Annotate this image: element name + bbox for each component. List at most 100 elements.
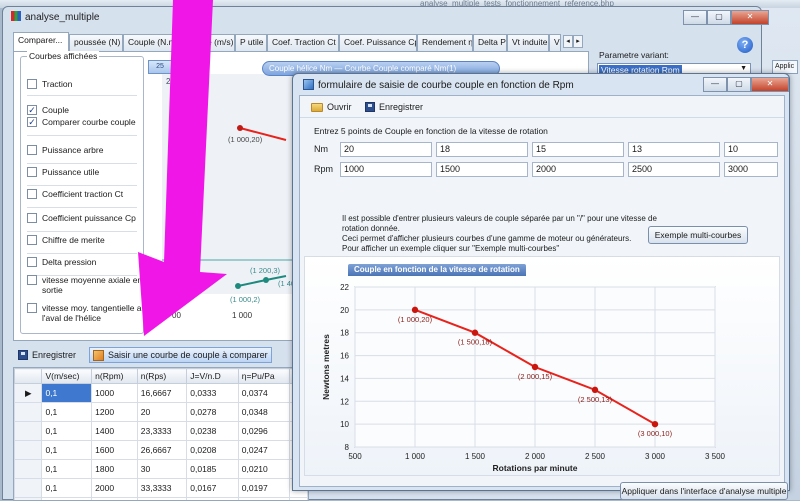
rpm-input[interactable]: 1500 bbox=[436, 162, 528, 177]
table-cell[interactable]: 23,3333 bbox=[137, 422, 187, 441]
help-icon[interactable]: ? bbox=[737, 37, 753, 53]
example-multi-curves-button[interactable]: Exemple multi-courbes bbox=[648, 226, 748, 244]
tab-coef-puissance[interactable]: Coef. Puissance Cp bbox=[339, 34, 417, 51]
apply-button[interactable]: Appliquer dans l'interface d'analyse mul… bbox=[620, 482, 788, 500]
curve-option[interactable]: Coefficient puissance Cp bbox=[27, 213, 143, 223]
table-cell[interactable]: 0,0247 bbox=[238, 441, 290, 460]
rpm-input[interactable]: 2500 bbox=[628, 162, 720, 177]
nm-input[interactable]: 18 bbox=[436, 142, 528, 157]
tab-scroll-right-button[interactable]: ▸ bbox=[573, 35, 583, 48]
rpm-input[interactable]: 2000 bbox=[532, 162, 624, 177]
enter-curve-button[interactable]: Saisir une courbe de couple à comparer bbox=[89, 347, 272, 363]
curve-option[interactable]: Delta pression bbox=[27, 257, 143, 267]
table-cell[interactable]: 0,0197 bbox=[238, 479, 290, 498]
table-cell[interactable]: 36,6667 bbox=[137, 498, 187, 501]
close-button[interactable]: ✕ bbox=[731, 10, 769, 25]
table-cell[interactable]: 0,1 bbox=[42, 384, 92, 403]
table-cell[interactable]: 20 bbox=[137, 403, 187, 422]
table-cell[interactable]: 1200 bbox=[92, 403, 138, 422]
curve-option[interactable]: Puissance utile bbox=[27, 167, 143, 177]
table-cell[interactable]: 0,0152 bbox=[187, 498, 238, 501]
table-row[interactable]: ▶0,1100016,66670,03330,0374 bbox=[15, 384, 308, 403]
table-row[interactable]: 0,1200033,33330,01670,0197 bbox=[15, 479, 308, 498]
row-header[interactable] bbox=[15, 441, 42, 460]
table-cell[interactable]: 33,3333 bbox=[137, 479, 187, 498]
table-cell[interactable]: 0,0374 bbox=[238, 384, 290, 403]
checkbox-checked[interactable]: ✓ bbox=[27, 105, 37, 115]
table-row[interactable]: 0,1220036,66670,01520,0171 bbox=[15, 498, 308, 501]
column-header[interactable]: n(Rps) bbox=[137, 369, 187, 384]
checkbox[interactable] bbox=[27, 145, 37, 155]
column-header[interactable]: η=Pu/Pa bbox=[238, 369, 290, 384]
curve-option[interactable]: vitesse moy. tangentielle a l'aval de l'… bbox=[27, 303, 143, 323]
table-cell[interactable]: 0,0167 bbox=[187, 479, 238, 498]
table-cell[interactable]: 0,1 bbox=[42, 441, 92, 460]
table-row[interactable]: 0,11800300,01850,0210 bbox=[15, 460, 308, 479]
tab-scroll-left-button[interactable]: ◂ bbox=[563, 35, 573, 48]
table-cell[interactable]: 0,1 bbox=[42, 403, 92, 422]
curve-option[interactable]: Coefficient traction Ct bbox=[27, 189, 143, 199]
table-cell[interactable]: 0,1 bbox=[42, 479, 92, 498]
save-button[interactable]: Enregistrer bbox=[15, 347, 79, 363]
table-cell[interactable]: 1600 bbox=[92, 441, 138, 460]
checkbox-checked[interactable]: ✓ bbox=[27, 117, 37, 127]
table-cell[interactable]: 0,0208 bbox=[187, 441, 238, 460]
tab-comparer[interactable]: Comparer... bbox=[13, 32, 69, 51]
checkbox[interactable] bbox=[27, 79, 37, 89]
table-row[interactable]: 0,1160026,66670,02080,0247 bbox=[15, 441, 308, 460]
row-header[interactable] bbox=[15, 403, 42, 422]
curve-option[interactable]: Puissance arbre bbox=[27, 145, 143, 155]
tab-p-utile[interactable]: P utile bbox=[235, 34, 267, 51]
checkbox[interactable] bbox=[27, 235, 37, 245]
curve-option[interactable]: ✓Comparer courbe couple bbox=[27, 117, 143, 127]
tab-truncated[interactable]: V bbox=[549, 34, 561, 51]
tab-poussee[interactable]: poussée (N) bbox=[69, 34, 123, 51]
rpm-input[interactable]: 3000 bbox=[724, 162, 778, 177]
checkbox[interactable] bbox=[27, 167, 37, 177]
checkbox[interactable] bbox=[27, 189, 37, 199]
nm-input[interactable]: 15 bbox=[532, 142, 624, 157]
table-cell[interactable]: 2000 bbox=[92, 479, 138, 498]
tab-delta-p[interactable]: Delta P bbox=[473, 34, 507, 51]
row-header[interactable] bbox=[15, 422, 42, 441]
table-cell[interactable]: 0,0171 bbox=[238, 498, 290, 501]
table-cell[interactable]: 30 bbox=[137, 460, 187, 479]
checkbox[interactable] bbox=[27, 257, 37, 267]
table-cell[interactable]: 0,0210 bbox=[238, 460, 290, 479]
row-header[interactable] bbox=[15, 479, 42, 498]
column-header[interactable]: J=V/n.D bbox=[187, 369, 238, 384]
table-cell[interactable]: 0,0333 bbox=[187, 384, 238, 403]
table-cell[interactable]: 1400 bbox=[92, 422, 138, 441]
minimize-button[interactable]: — bbox=[683, 10, 707, 25]
table-cell[interactable]: 26,6667 bbox=[137, 441, 187, 460]
checkbox[interactable] bbox=[27, 303, 37, 313]
table-row[interactable]: 0,1140023,33330,02380,0296 bbox=[15, 422, 308, 441]
column-header[interactable]: n(Rpm) bbox=[92, 369, 138, 384]
table-cell[interactable]: 2200 bbox=[92, 498, 138, 501]
row-header[interactable] bbox=[15, 498, 42, 501]
table-cell[interactable]: 0,0278 bbox=[187, 403, 238, 422]
table-cell[interactable]: 0,0185 bbox=[187, 460, 238, 479]
table-cell[interactable]: 0,1 bbox=[42, 422, 92, 441]
rpm-input[interactable]: 1000 bbox=[340, 162, 432, 177]
dialog-maximize-button[interactable]: ▢ bbox=[727, 77, 751, 92]
dialog-close-button[interactable]: ✕ bbox=[751, 77, 789, 92]
table-cell[interactable]: 0,0348 bbox=[238, 403, 290, 422]
open-button[interactable]: Ouvrir bbox=[308, 99, 355, 115]
tab-rendement[interactable]: Rendement η bbox=[417, 34, 473, 51]
curve-option[interactable]: Traction bbox=[27, 79, 143, 89]
row-header[interactable] bbox=[15, 460, 42, 479]
maximize-button[interactable]: ▢ bbox=[707, 10, 731, 25]
row-header[interactable]: ▶ bbox=[15, 384, 42, 403]
dialog-minimize-button[interactable]: — bbox=[703, 77, 727, 92]
checkbox[interactable] bbox=[27, 213, 37, 223]
tab-vitesse[interactable]: Vitesse (m/s) bbox=[179, 34, 235, 51]
tab-vt-induite[interactable]: Vt induite bbox=[507, 34, 549, 51]
nm-input[interactable]: 13 bbox=[628, 142, 720, 157]
table-cell[interactable]: 0,0238 bbox=[187, 422, 238, 441]
nm-input[interactable]: 20 bbox=[340, 142, 432, 157]
curve-option[interactable]: vitesse moyenne axiale en sortie bbox=[27, 275, 143, 295]
table-row[interactable]: 0,11200200,02780,0348 bbox=[15, 403, 308, 422]
dialog-save-button[interactable]: Enregistrer bbox=[362, 99, 426, 115]
tab-couple[interactable]: Couple (N.m) bbox=[123, 34, 179, 51]
